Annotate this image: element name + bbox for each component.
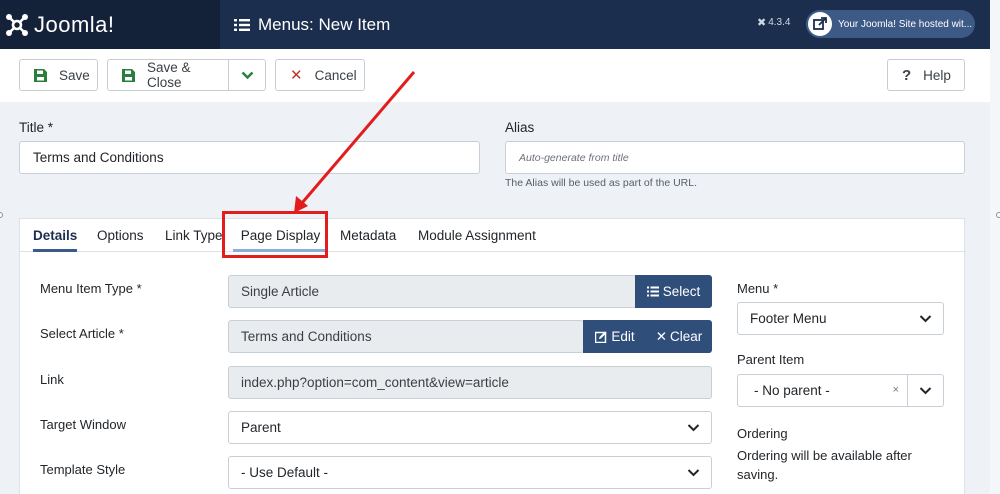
- help-button[interactable]: ? Help: [887, 59, 965, 91]
- menu-item-type-field: Single Article: [228, 275, 636, 308]
- menu-label: Menu *: [737, 281, 779, 296]
- joomla-logo-icon: [6, 13, 28, 36]
- clear-article-button[interactable]: ✕ Clear: [646, 320, 712, 353]
- list-icon: [646, 286, 659, 297]
- parent-item-select[interactable]: - No parent - ×: [737, 374, 944, 407]
- alias-label: Alias: [505, 120, 535, 135]
- cancel-label: Cancel: [314, 67, 357, 83]
- save-options-dropdown[interactable]: [228, 59, 266, 91]
- menu-value: Footer Menu: [750, 311, 827, 326]
- save-close-label: Save & Close: [147, 60, 191, 90]
- save-label: Save: [59, 67, 90, 83]
- target-window-label: Target Window: [40, 417, 126, 432]
- template-style-value: - Use Default -: [241, 465, 329, 480]
- tab-link-type[interactable]: Link Type: [165, 219, 223, 252]
- ordering-text: Ordering will be available after saving.: [737, 448, 912, 482]
- external-link-icon: [806, 10, 834, 38]
- edit-label: Edit: [611, 329, 635, 344]
- window-edge: [990, 0, 1000, 494]
- chevron-down-icon: [675, 457, 711, 488]
- save-button[interactable]: Save: [19, 59, 98, 91]
- parent-item-label: Parent Item: [737, 352, 805, 367]
- alias-input[interactable]: Auto-generate from title: [505, 141, 965, 174]
- select-article-label: Select Article *: [40, 326, 124, 341]
- page-title: Menus: New Item: [234, 15, 390, 35]
- resize-handle: [0, 212, 3, 218]
- save-icon: [122, 68, 135, 82]
- clear-label: Clear: [670, 329, 703, 344]
- title-input[interactable]: Terms and Conditions: [19, 141, 480, 174]
- chevron-down-icon: [907, 303, 943, 334]
- brand-name: Joomla!: [34, 11, 115, 37]
- help-label: Help: [923, 67, 951, 83]
- resize-handle: [996, 212, 1000, 218]
- target-window-select[interactable]: Parent: [228, 411, 712, 444]
- clear-icon[interactable]: ×: [893, 384, 899, 396]
- select-menu-type-button[interactable]: Select: [635, 275, 712, 308]
- save-icon: [34, 68, 47, 82]
- brand[interactable]: Joomla!: [0, 0, 220, 49]
- tab-bar: Details Options Link Type Page Display M…: [20, 219, 966, 252]
- question-icon: ?: [902, 66, 912, 84]
- version-badge: ✖ 4.3.4: [757, 16, 790, 29]
- title-label: Title *: [19, 120, 54, 135]
- chevron-down-icon: [241, 71, 253, 79]
- save-close-button[interactable]: Save & Close: [107, 59, 229, 91]
- close-icon: ✕: [290, 67, 303, 84]
- ordering-label: Ordering: [737, 426, 788, 441]
- tab-details[interactable]: Details: [33, 219, 78, 252]
- select-label: Select: [662, 284, 701, 299]
- template-style-select[interactable]: - Use Default -: [228, 456, 712, 489]
- chevron-down-icon: [675, 412, 711, 443]
- page-title-text: Menus: New Item: [258, 14, 391, 34]
- link-field: index.php?option=com_content&view=articl…: [228, 366, 712, 399]
- toolbar: Save Save & Close ✕ Cancel ? Help: [0, 49, 990, 102]
- chevron-down-icon: [907, 375, 943, 406]
- close-icon: ✕: [655, 328, 668, 344]
- annotation-highlight-box: [222, 211, 328, 258]
- joomla-small-icon: ✖: [757, 17, 767, 29]
- template-style-label: Template Style: [40, 462, 126, 477]
- site-link-text: Your Joomla! Site hosted wit...: [838, 18, 973, 30]
- tab-options[interactable]: Options: [97, 219, 144, 252]
- menu-item-type-label: Menu Item Type *: [40, 281, 142, 296]
- edit-article-button[interactable]: Edit: [583, 320, 647, 353]
- list-icon: [234, 18, 250, 31]
- edit-icon: [595, 331, 607, 343]
- select-article-field: Terms and Conditions: [228, 320, 584, 353]
- version-number: 4.3.4: [768, 17, 791, 28]
- tab-module-assignment[interactable]: Module Assignment: [418, 219, 536, 252]
- parent-item-value: - No parent -: [754, 383, 830, 398]
- target-window-value: Parent: [241, 420, 281, 435]
- tab-metadata[interactable]: Metadata: [340, 219, 396, 252]
- link-label: Link: [40, 372, 64, 387]
- menu-select[interactable]: Footer Menu: [737, 302, 944, 335]
- alias-hint: The Alias will be used as part of the UR…: [505, 177, 698, 189]
- admin-header: Joomla! Menus: New Item ✖ 4.3.4 Your Joo…: [0, 0, 990, 49]
- cancel-button[interactable]: ✕ Cancel: [275, 59, 365, 91]
- site-link-button[interactable]: Your Joomla! Site hosted wit...: [806, 10, 975, 38]
